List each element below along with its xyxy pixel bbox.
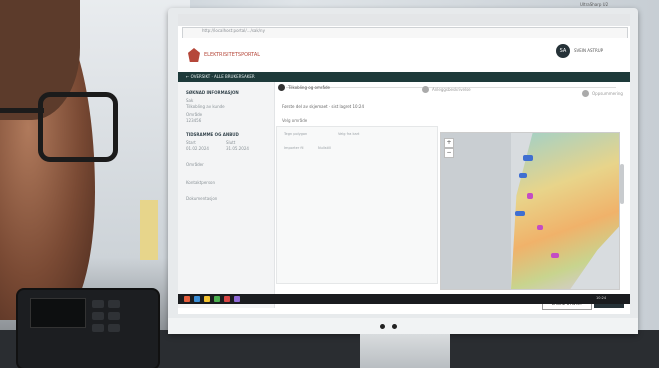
glasses-arm — [0, 108, 44, 113]
phone-key — [108, 300, 120, 308]
indicator-dot — [392, 324, 397, 329]
tool-chip[interactable]: Velg fra kart — [338, 132, 359, 136]
map-marker — [523, 155, 533, 161]
monitor-stand — [360, 334, 450, 368]
monitor-brand-label: UltraSharp U2 — [580, 2, 609, 7]
step-1-label[interactable]: Tilkobling og område — [288, 85, 330, 90]
step-3-label[interactable]: Oppsummering — [592, 91, 623, 96]
phone-key — [108, 324, 120, 332]
tool-chip[interactable]: Importer fil — [284, 146, 304, 150]
zoom-out-button[interactable]: − — [444, 148, 454, 158]
step-3-dot[interactable] — [582, 90, 589, 97]
sticky-note — [140, 200, 158, 260]
sidebar-link[interactable]: Kontaktperson — [186, 180, 215, 185]
address-text: http://localhost:portal/.../sak/ny — [202, 28, 265, 33]
step-1-dot[interactable] — [278, 84, 285, 91]
phone-key — [92, 324, 104, 332]
app-icon[interactable] — [234, 296, 240, 302]
app-icon[interactable] — [214, 296, 220, 302]
browser-tabbar — [178, 14, 630, 26]
section-label: Velg område — [282, 118, 308, 123]
map-view[interactable] — [440, 132, 620, 290]
taskbar — [178, 294, 630, 304]
sidebar-text: 31.05.2024 — [226, 146, 249, 151]
avatar[interactable]: SA — [556, 44, 570, 58]
screen: http://localhost:portal/.../sak/ny ELEKT… — [178, 14, 630, 314]
sidebar-link[interactable]: Dokumentasjon — [186, 196, 217, 201]
map-marker — [537, 225, 543, 230]
sidebar-section-title: SØKNAD INFORMASJON — [186, 90, 239, 95]
indicator-dot — [380, 324, 385, 329]
back-link[interactable]: ← OVERSIKT · ALLE BRUKERSAKER — [186, 74, 255, 79]
map-marker — [519, 173, 527, 178]
sidebar-text: 123456 — [186, 118, 202, 123]
sidebar-text: Start — [186, 140, 196, 145]
form-meta: Første del av skjemaet · sist lagret 10:… — [282, 104, 365, 109]
app-icon[interactable] — [224, 296, 230, 302]
phone-key — [92, 300, 104, 308]
sidebar-section-title: TIDSRAMME OG ANBUD — [186, 132, 239, 137]
app-icon[interactable] — [204, 296, 210, 302]
app-icon[interactable] — [194, 296, 200, 302]
user-name[interactable]: SVEIN ASTRUP — [574, 48, 603, 53]
tool-chip[interactable]: Nullstill — [318, 146, 331, 150]
glasses — [38, 92, 118, 162]
sidebar-text: Sak — [186, 98, 194, 103]
map-marker — [515, 211, 525, 216]
step-2-dot[interactable] — [422, 86, 429, 93]
map-marker — [551, 253, 559, 258]
monitor-bezel — [168, 318, 638, 334]
phone-key — [108, 312, 120, 320]
sidebar-link[interactable]: Områder — [186, 162, 204, 167]
tool-chip[interactable]: Tegn polygon — [284, 132, 307, 136]
app-brand: ELEKTRISITETSPORTAL — [204, 52, 261, 58]
sidebar-text: Tilkobling av kunde — [186, 104, 225, 109]
map-marker — [527, 193, 533, 199]
step-2-label[interactable]: Anleggsbeskrivelse — [432, 87, 471, 92]
phone-key — [92, 312, 104, 320]
sidebar-text: Område — [186, 112, 203, 117]
sidebar-text: 01.02.2024 — [186, 146, 209, 151]
phone-display — [30, 298, 86, 328]
sidebar-text: Slutt — [226, 140, 236, 145]
taskbar-clock: 10:24 — [596, 296, 607, 300]
start-icon[interactable] — [184, 296, 190, 302]
scrollbar[interactable] — [620, 164, 624, 204]
zoom-in-button[interactable]: + — [444, 138, 454, 148]
